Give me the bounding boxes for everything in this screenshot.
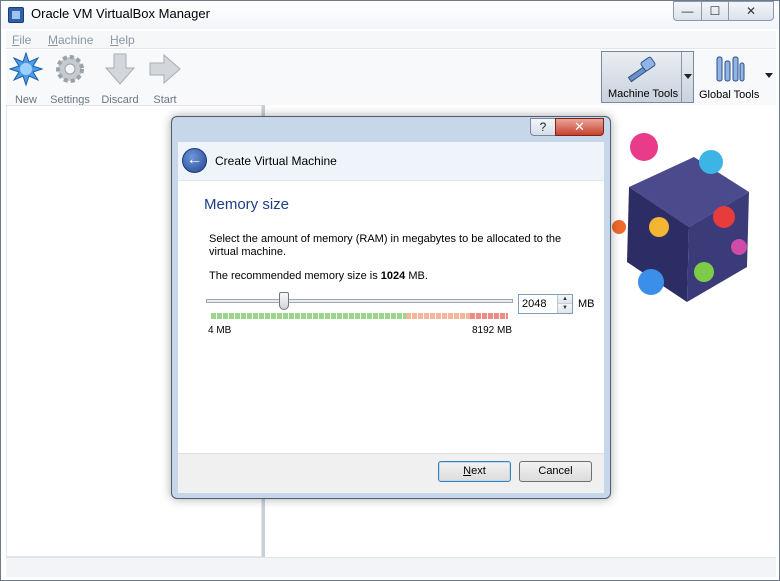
- minimize-button[interactable]: —: [673, 1, 702, 21]
- window-title: Oracle VM VirtualBox Manager: [31, 6, 210, 21]
- recommend-prefix: The recommended memory size is: [209, 270, 381, 282]
- spin-down-arrow-icon[interactable]: ▼: [558, 304, 572, 313]
- down-arrow-icon: [104, 53, 136, 85]
- memory-max-label: 8192 MB: [472, 325, 513, 336]
- menu-machine[interactable]: Machine: [48, 33, 93, 47]
- menu-help[interactable]: Help: [110, 33, 135, 47]
- page-title: Memory size: [204, 196, 290, 213]
- dialog-body: Memory size Select the amount of memory …: [178, 180, 604, 453]
- maximize-button[interactable]: ☐: [701, 1, 729, 21]
- machine-tools-dropdown[interactable]: [681, 52, 693, 102]
- memory-min-label: 4 MB: [208, 325, 232, 336]
- tools-icon: [716, 56, 745, 82]
- next-button[interactable]: Next: [438, 461, 511, 482]
- recommend-suffix: MB.: [405, 270, 428, 282]
- spin-up-arrow-icon[interactable]: ▲: [558, 295, 572, 304]
- new-star-icon: [8, 51, 44, 87]
- menu-bar: File Machine Help: [6, 31, 776, 49]
- dialog-header: ← Create Virtual Machine: [178, 142, 604, 180]
- gear-icon: [56, 55, 84, 83]
- settings-button[interactable]: Settings: [48, 52, 92, 106]
- title-bar: Oracle VM VirtualBox Manager — ☐ ✕: [1, 1, 779, 29]
- new-button[interactable]: New: [8, 51, 44, 106]
- hammer-icon: [627, 56, 656, 83]
- cancel-button[interactable]: Cancel: [519, 461, 592, 482]
- start-button[interactable]: Start: [147, 52, 183, 106]
- status-bar: [6, 557, 776, 577]
- memory-size-spinbox[interactable]: ▲ ▼: [518, 294, 573, 314]
- virtualbox-mascot-image: [612, 133, 749, 302]
- recommended-memory-text: The recommended memory size is 1024 MB.: [209, 270, 428, 282]
- create-vm-dialog: ? ✕ ← Create Virtual Machine Memory size…: [171, 116, 611, 499]
- dialog-footer: Next Cancel: [178, 453, 604, 493]
- menu-file[interactable]: File: [12, 33, 31, 47]
- chevron-down-icon: [684, 74, 692, 79]
- machine-tools-button[interactable]: Machine Tools: [601, 51, 694, 103]
- dialog-help-button[interactable]: ?: [530, 118, 556, 136]
- recommended-memory-value: 1024: [380, 270, 406, 282]
- memory-slider-thumb[interactable]: [279, 292, 289, 310]
- memory-slider-scale: [211, 313, 508, 319]
- global-tools-label: Global Tools: [699, 89, 760, 101]
- memory-unit-label: MB: [578, 298, 595, 310]
- close-button[interactable]: ✕: [728, 1, 774, 21]
- back-arrow-icon[interactable]: ←: [182, 148, 207, 173]
- safe-memory-zone: [211, 313, 406, 319]
- virtualbox-app-icon: [8, 7, 24, 23]
- memory-size-input[interactable]: [519, 295, 557, 313]
- spin-buttons: ▲ ▼: [557, 295, 572, 313]
- machine-tools-label: Machine Tools: [608, 88, 679, 100]
- memory-slider-track[interactable]: [206, 299, 513, 303]
- chevron-down-icon[interactable]: [765, 73, 773, 78]
- danger-memory-zone: [470, 313, 508, 319]
- dialog-title: Create Virtual Machine: [215, 154, 337, 168]
- warning-memory-zone: [406, 313, 470, 319]
- right-arrow-icon: [149, 53, 181, 85]
- dialog-close-button[interactable]: ✕: [555, 118, 604, 136]
- global-tools-button[interactable]: Global Tools: [696, 51, 776, 103]
- discard-button[interactable]: Discard: [99, 52, 141, 106]
- memory-description: Select the amount of memory (RAM) in meg…: [209, 233, 562, 258]
